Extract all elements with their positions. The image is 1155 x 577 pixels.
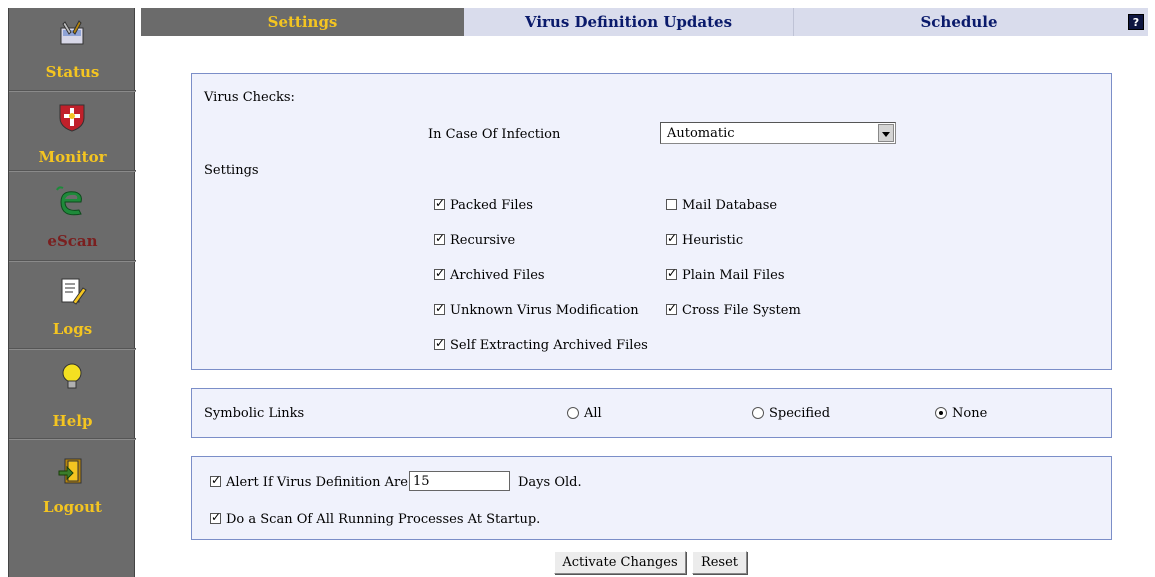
self-extracting-checkbox[interactable]	[434, 336, 445, 350]
tab-schedule[interactable]: Schedule	[794, 8, 1124, 36]
heuristic-checkbox[interactable]	[666, 231, 677, 245]
cross-file-system-checkbox[interactable]	[666, 301, 677, 315]
shield-icon	[59, 104, 85, 132]
lightbulb-icon	[62, 363, 82, 389]
sidebar-item-logs[interactable]: Logs	[9, 264, 136, 348]
alert-old-definitions-checkbox[interactable]	[210, 473, 221, 487]
sidebar-item-help[interactable]: Help	[9, 352, 136, 438]
sidebar-item-label: Status	[45, 63, 100, 81]
symlinks-specified-label: Specified	[769, 406, 831, 421]
unknown-virus-modification-checkbox[interactable]	[434, 301, 445, 315]
sidebar-item-label: Logs	[52, 320, 93, 338]
sidebar-divider	[9, 170, 136, 172]
document-pencil-icon	[61, 278, 87, 305]
sidebar-item-logout[interactable]: Logout	[9, 442, 136, 532]
door-exit-icon	[58, 458, 82, 484]
sidebar-divider	[9, 90, 136, 92]
tools-icon	[60, 20, 84, 45]
activate-changes-button[interactable]: Activate Changes	[554, 551, 686, 574]
archived-files-checkbox[interactable]	[434, 266, 445, 280]
unknown-virus-modification-label: Unknown Virus Modification	[450, 303, 639, 318]
tab-settings[interactable]: Settings	[141, 8, 464, 36]
infection-label: In Case Of Infection	[428, 127, 561, 142]
reset-button[interactable]: Reset	[692, 551, 747, 574]
packed-files-label: Packed Files	[450, 198, 533, 213]
symlinks-none-label: None	[952, 406, 988, 421]
recursive-checkbox[interactable]	[434, 231, 445, 245]
scan-startup-label: Do a Scan Of All Running Processes At St…	[226, 512, 541, 527]
symlinks-all-radio[interactable]	[567, 407, 579, 419]
main-content: Virus Checks: In Case Of Infection Autom…	[141, 36, 1148, 577]
symlinks-none-radio[interactable]	[935, 407, 947, 419]
symbolic-links-label: Symbolic Links	[204, 406, 305, 421]
symlinks-all-label: All	[584, 406, 602, 421]
alerts-panel: Alert If Virus Definition Are Days Old. …	[191, 456, 1112, 540]
alert-prefix-label: Alert If Virus Definition Are	[226, 475, 408, 490]
chevron-down-icon[interactable]	[878, 124, 894, 142]
plain-mail-files-checkbox[interactable]	[666, 266, 677, 280]
infection-action-value: Automatic	[667, 126, 735, 141]
sidebar-divider	[9, 348, 136, 350]
sidebar-item-label: Help	[52, 412, 93, 430]
tab-virus-definition-updates[interactable]: Virus Definition Updates	[464, 8, 794, 36]
sidebar-item-monitor[interactable]: Monitor	[9, 94, 136, 176]
sidebar-item-label: Monitor	[38, 148, 107, 166]
sidebar-item-status[interactable]: Status	[9, 8, 136, 90]
virus-checks-panel: Virus Checks: In Case Of Infection Autom…	[191, 73, 1112, 370]
help-icon: ?	[1128, 14, 1144, 30]
sidebar-divider	[9, 438, 136, 440]
scan-startup-checkbox[interactable]	[210, 510, 221, 524]
alert-days-input[interactable]	[409, 471, 510, 491]
settings-heading: Settings	[204, 163, 259, 178]
recursive-label: Recursive	[450, 233, 516, 248]
infection-action-select[interactable]: Automatic	[660, 122, 896, 144]
self-extracting-label: Self Extracting Archived Files	[450, 338, 648, 353]
sidebar-divider	[9, 260, 136, 262]
archived-files-label: Archived Files	[450, 268, 545, 283]
escan-logo-icon	[56, 186, 82, 216]
plain-mail-files-label: Plain Mail Files	[682, 268, 785, 283]
heuristic-label: Heuristic	[682, 233, 744, 248]
virus-checks-heading: Virus Checks:	[204, 90, 295, 105]
sidebar-item-escan[interactable]: eScan	[9, 174, 136, 260]
mail-database-checkbox[interactable]	[666, 199, 677, 210]
alert-suffix-label: Days Old.	[518, 475, 582, 490]
packed-files-checkbox[interactable]	[434, 196, 445, 210]
tab-bar: Settings Virus Definition Updates Schedu…	[141, 8, 1148, 36]
sidebar-nav: Status Monitor eScan Logs Help Logout	[8, 8, 136, 577]
cross-file-system-label: Cross File System	[682, 303, 801, 318]
sidebar-item-label: Logout	[43, 498, 102, 516]
symbolic-links-panel: Symbolic Links All Specified None	[191, 388, 1112, 438]
mail-database-label: Mail Database	[682, 198, 778, 213]
help-button[interactable]: ?	[1124, 8, 1148, 36]
sidebar-item-label: eScan	[47, 232, 98, 250]
symlinks-specified-radio[interactable]	[752, 407, 764, 419]
